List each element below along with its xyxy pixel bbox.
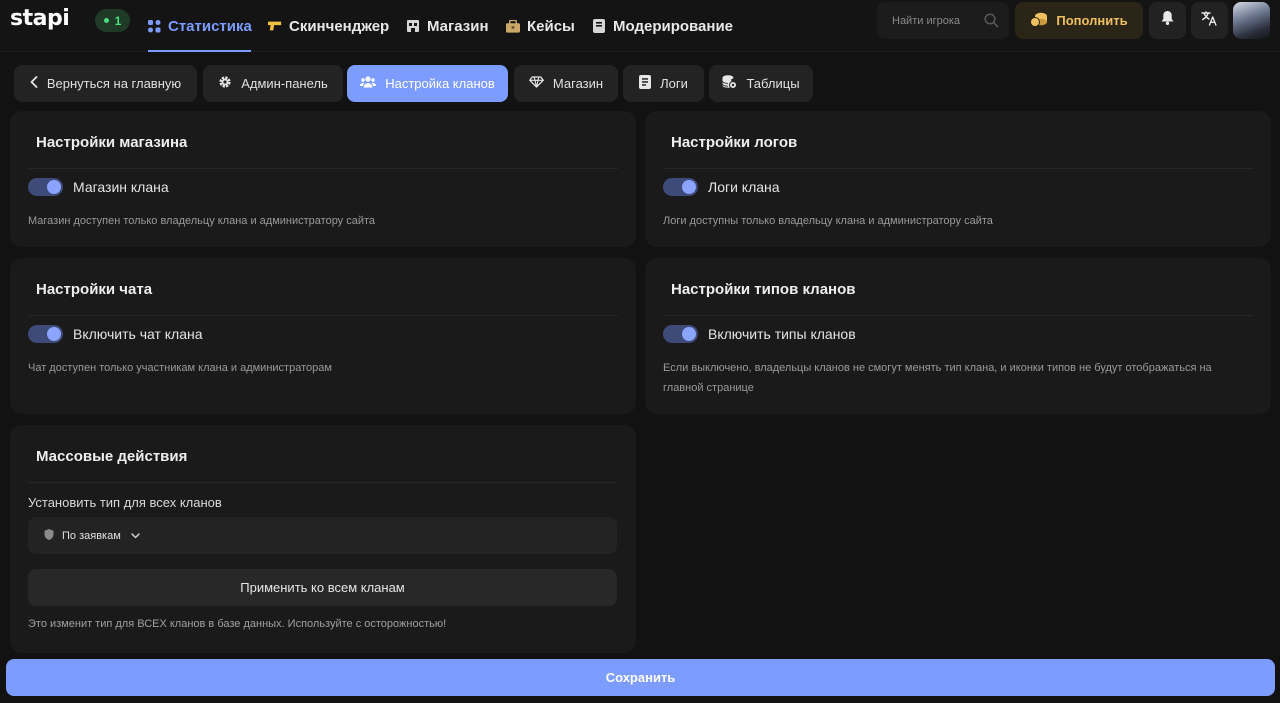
mass-actions-card: Массовые действия Установить тип для все… bbox=[10, 425, 636, 653]
divider bbox=[28, 482, 618, 483]
divider bbox=[28, 168, 618, 169]
logo[interactable]: stapi bbox=[10, 6, 70, 31]
tab-label: Настройка кланов bbox=[385, 76, 495, 91]
card-title: Настройки типов кланов bbox=[671, 281, 856, 298]
toggle-knob bbox=[682, 327, 696, 341]
shop-icon bbox=[406, 19, 420, 33]
tab-admin-panel[interactable]: Админ-панель bbox=[203, 65, 343, 102]
online-dot-icon bbox=[103, 18, 109, 23]
chevron-down-icon bbox=[131, 530, 140, 542]
clan-type-field-label: Установить тип для всех кланов bbox=[28, 495, 222, 510]
card-description: Чат доступен только участникам клана и а… bbox=[28, 362, 332, 374]
card-description: Логи доступны только владельцу клана и а… bbox=[663, 215, 993, 227]
clan-chat-toggle[interactable] bbox=[28, 325, 63, 343]
stats-icon bbox=[148, 19, 161, 33]
nav-item-cases[interactable]: Кейсы bbox=[506, 0, 575, 52]
player-search bbox=[877, 2, 1009, 39]
top-header: stapi 1 Статистика Скинченджер Магазин К… bbox=[0, 0, 1280, 52]
tab-label: Админ-панель bbox=[241, 76, 328, 91]
toggle-row: Включить чат клана bbox=[28, 325, 203, 343]
tab-back-home[interactable]: Вернуться на главную bbox=[14, 65, 197, 102]
tab-shop[interactable]: Магазин bbox=[514, 65, 618, 102]
chevron-left-icon bbox=[30, 76, 38, 91]
card-description: Если выключено, владельцы кланов не смог… bbox=[663, 362, 1212, 394]
avatar[interactable] bbox=[1233, 2, 1270, 39]
toggle-knob bbox=[682, 180, 696, 194]
online-count: 1 bbox=[114, 13, 122, 28]
nav-item-shop[interactable]: Магазин bbox=[406, 0, 489, 52]
nav-label: Статистика bbox=[168, 17, 252, 35]
nav-label: Модерирование bbox=[613, 17, 734, 35]
topup-button[interactable]: Пополнить bbox=[1015, 2, 1143, 39]
apply-all-clans-button[interactable]: Применить ко всем кланам bbox=[28, 569, 617, 606]
nav-item-statistics[interactable]: Статистика bbox=[148, 0, 252, 52]
toggle-label: Логи клана bbox=[708, 179, 780, 195]
chat-settings-card: Настройки чата Включить чат клана Чат до… bbox=[10, 258, 636, 414]
tab-logs[interactable]: Логи bbox=[623, 65, 704, 102]
clan-shop-toggle[interactable] bbox=[28, 178, 63, 196]
nav-item-moderation[interactable]: Модерирование bbox=[592, 0, 733, 52]
online-badge: 1 bbox=[95, 9, 130, 32]
notifications-button[interactable] bbox=[1149, 2, 1186, 39]
log-icon bbox=[639, 75, 652, 92]
nav-label: Скинченджер bbox=[289, 17, 390, 35]
coins-icon bbox=[1030, 12, 1048, 30]
card-title: Настройки логов bbox=[671, 134, 798, 151]
divider bbox=[663, 315, 1253, 316]
nav-item-skinchanger[interactable]: Скинченджер bbox=[268, 0, 389, 52]
toggle-label: Магазин клана bbox=[73, 179, 169, 195]
case-icon bbox=[506, 19, 520, 33]
save-button[interactable]: Сохранить bbox=[6, 659, 1275, 696]
tab-label: Магазин bbox=[552, 76, 604, 91]
tab-label: Вернуться на главную bbox=[46, 76, 182, 91]
bell-icon bbox=[1161, 11, 1174, 30]
log-settings-card: Настройки логов Логи клана Логи доступны… bbox=[645, 111, 1271, 247]
language-button[interactable] bbox=[1191, 2, 1228, 39]
nav-label: Кейсы bbox=[527, 17, 575, 35]
tab-label: Таблицы bbox=[746, 76, 800, 91]
clan-types-toggle[interactable] bbox=[663, 325, 698, 343]
tab-clan-settings[interactable]: Настройка кланов bbox=[347, 65, 508, 102]
search-icon[interactable] bbox=[984, 13, 999, 28]
divider bbox=[28, 315, 618, 316]
shield-icon bbox=[44, 528, 54, 543]
diamond-icon bbox=[529, 76, 544, 91]
toggle-knob bbox=[47, 180, 61, 194]
divider bbox=[663, 168, 1253, 169]
nav-label: Магазин bbox=[427, 17, 489, 35]
topup-label: Пополнить bbox=[1056, 13, 1128, 28]
card-title: Массовые действия bbox=[36, 448, 188, 465]
toggle-label: Включить чат клана bbox=[73, 326, 203, 342]
toggle-row: Включить типы кланов bbox=[663, 325, 856, 343]
card-title: Настройки магазина bbox=[36, 134, 188, 151]
gun-icon bbox=[268, 19, 282, 33]
card-title: Настройки чата bbox=[36, 281, 153, 298]
clan-types-settings-card: Настройки типов кланов Включить типы кла… bbox=[645, 258, 1271, 414]
card-description: Магазин доступен только владельцу клана … bbox=[28, 215, 376, 227]
toggle-row: Магазин клана bbox=[28, 178, 169, 196]
toggle-label: Включить типы кланов bbox=[708, 326, 856, 342]
tab-label: Логи bbox=[660, 76, 688, 91]
clan-type-select[interactable]: По заявкам bbox=[28, 517, 617, 554]
clan-logs-toggle[interactable] bbox=[663, 178, 698, 196]
shop-settings-card: Настройки магазина Магазин клана Магазин… bbox=[10, 111, 636, 247]
users-icon bbox=[360, 76, 377, 91]
warning-text: Это изменит тип для ВСЕХ кланов в базе д… bbox=[28, 618, 447, 630]
toggle-knob bbox=[47, 327, 61, 341]
toggle-row: Логи клана bbox=[663, 178, 780, 196]
gear-icon bbox=[218, 75, 232, 92]
translate-icon bbox=[1201, 10, 1218, 31]
select-value: По заявкам bbox=[62, 529, 121, 542]
tab-tables[interactable]: Таблицы bbox=[709, 65, 813, 102]
book-icon bbox=[592, 19, 606, 33]
database-icon bbox=[722, 75, 738, 92]
